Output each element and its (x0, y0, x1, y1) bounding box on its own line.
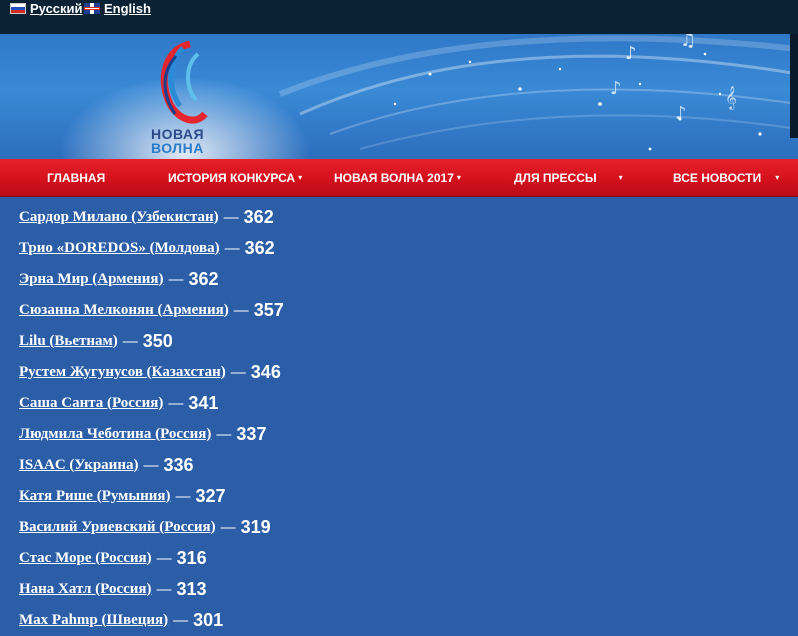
nav-item-label: ИСТОРИЯ КОНКУРСА (168, 170, 296, 185)
list-item: Людмила Чеботина (Россия) — 337 (19, 422, 266, 446)
svg-text:𝄞: 𝄞 (725, 85, 737, 110)
score: 319 (240, 516, 271, 537)
chevron-down-icon: ▾ (775, 173, 780, 182)
nav-item-history[interactable]: ИСТОРИЯ КОНКУРСА ▾ (168, 159, 302, 196)
score: 337 (236, 423, 267, 444)
list-item: Нана Хатл (Россия) — 313 (19, 577, 207, 601)
separator: — (224, 239, 240, 257)
participant-link[interactable]: Эрна Мир (Армения) (19, 271, 164, 288)
list-item: Стас Море (Россия) — 316 (19, 546, 207, 570)
separator: — (216, 425, 232, 443)
banner-edge (790, 34, 798, 138)
participant-link[interactable]: Василий Уриевский (Россия) (19, 519, 216, 536)
separator: — (233, 301, 249, 319)
score: 336 (163, 454, 194, 475)
list-item: Саша Санта (Россия) — 341 (19, 391, 218, 415)
separator: — (175, 487, 191, 505)
svg-text:♪: ♪ (625, 43, 637, 64)
score: 362 (188, 268, 219, 289)
participant-link[interactable]: Катя Рише (Румыния) (19, 488, 171, 505)
participant-link[interactable]: Стас Море (Россия) (19, 550, 152, 567)
nav-item-label: ДЛЯ ПРЕССЫ (514, 170, 597, 185)
score: 357 (253, 299, 284, 320)
nav-item-label: ГЛАВНАЯ (47, 170, 106, 185)
chevron-down-icon: ▾ (298, 173, 303, 182)
score: 313 (176, 578, 207, 599)
score: 301 (193, 609, 224, 630)
separator: — (168, 394, 184, 412)
separator: — (168, 270, 184, 288)
nav-item-label: НОВАЯ ВОЛНА 2017 (334, 170, 454, 185)
separator: — (156, 549, 172, 567)
participant-link[interactable]: Lilu (Вьетнам) (19, 333, 118, 350)
participant-link[interactable]: Сюзанна Мелконян (Армения) (19, 302, 229, 319)
separator: — (223, 208, 239, 226)
separator: — (230, 363, 246, 381)
list-item: ISAAC (Украина) — 336 (19, 453, 194, 477)
participant-link[interactable]: Людмила Чеботина (Россия) (19, 426, 211, 443)
chevron-down-icon: ▾ (456, 173, 461, 182)
header-banner: ♪ ♫ ♪ ♪ 𝄞 НОВАЯ ВОЛНА (0, 34, 798, 159)
nav-item-home[interactable]: ГЛАВНАЯ (47, 159, 105, 196)
separator: — (143, 456, 159, 474)
participant-link[interactable]: Max Pahmp (Швеция) (19, 612, 168, 629)
lang-en-link[interactable]: English (104, 1, 151, 16)
list-item: Катя Рише (Румыния) — 327 (19, 484, 226, 508)
list-item: Max Pahmp (Швеция) — 301 (19, 608, 223, 632)
list-item: Рустем Жугунусов (Казахстан) — 346 (19, 360, 281, 384)
language-bar: Русский English (0, 0, 798, 34)
russia-flag-icon (10, 2, 26, 14)
nav-item-label: ВСЕ НОВОСТИ (673, 170, 762, 185)
separator: — (173, 611, 189, 629)
nav-item-new-wave-2017[interactable]: НОВАЯ ВОЛНА 2017 ▾ (334, 159, 461, 196)
nav-item-press[interactable]: ДЛЯ ПРЕССЫ ▾ (514, 159, 623, 196)
list-item: Эрна Мир (Армения) — 362 (19, 267, 219, 291)
list-item: Василий Уриевский (Россия) — 319 (19, 515, 271, 539)
separator: — (122, 332, 138, 350)
participant-link[interactable]: Сардор Милано (Узбекистан) (19, 209, 219, 226)
svg-text:♫: ♫ (680, 34, 696, 51)
main-nav: ГЛАВНАЯ ИСТОРИЯ КОНКУРСА ▾ НОВАЯ ВОЛНА 2… (0, 159, 798, 197)
list-item: Трио «DOREDOS» (Молдова) — 362 (19, 236, 275, 260)
score: 362 (243, 206, 274, 227)
score: 350 (142, 330, 173, 351)
uk-flag-icon (84, 2, 100, 14)
lang-ru[interactable]: Русский (10, 0, 83, 16)
score: 346 (250, 361, 281, 382)
nav-item-all-news[interactable]: ВСЕ НОВОСТИ ▾ (673, 159, 779, 196)
list-item: Lilu (Вьетнам) — 350 (19, 329, 173, 353)
chevron-down-icon: ▾ (618, 173, 623, 182)
participant-link[interactable]: Рустем Жугунусов (Казахстан) (19, 364, 226, 381)
svg-text:♪: ♪ (675, 103, 687, 124)
svg-text:♪: ♪ (610, 78, 622, 99)
list-item: Сардор Милано (Узбекистан) — 362 (19, 205, 274, 229)
logo[interactable]: НОВАЯ ВОЛНА (151, 127, 204, 155)
banner-waves-decoration: ♪ ♫ ♪ ♪ 𝄞 (160, 34, 798, 151)
score: 327 (195, 485, 226, 506)
logo-line-2: ВОЛНА (151, 140, 204, 156)
participant-link[interactable]: Нана Хатл (Россия) (19, 581, 152, 598)
score: 362 (244, 237, 275, 258)
lang-ru-link[interactable]: Русский (30, 1, 83, 16)
score: 341 (188, 392, 219, 413)
score: 316 (176, 547, 207, 568)
participant-link[interactable]: ISAAC (Украина) (19, 457, 138, 474)
participant-link[interactable]: Саша Санта (Россия) (19, 395, 163, 412)
list-item: Сюзанна Мелконян (Армения) — 357 (19, 298, 284, 322)
logo-swirl-icon (160, 40, 208, 124)
separator: — (220, 518, 236, 536)
separator: — (156, 580, 172, 598)
participant-link[interactable]: Трио «DOREDOS» (Молдова) (19, 240, 220, 257)
lang-en[interactable]: English (84, 0, 151, 16)
